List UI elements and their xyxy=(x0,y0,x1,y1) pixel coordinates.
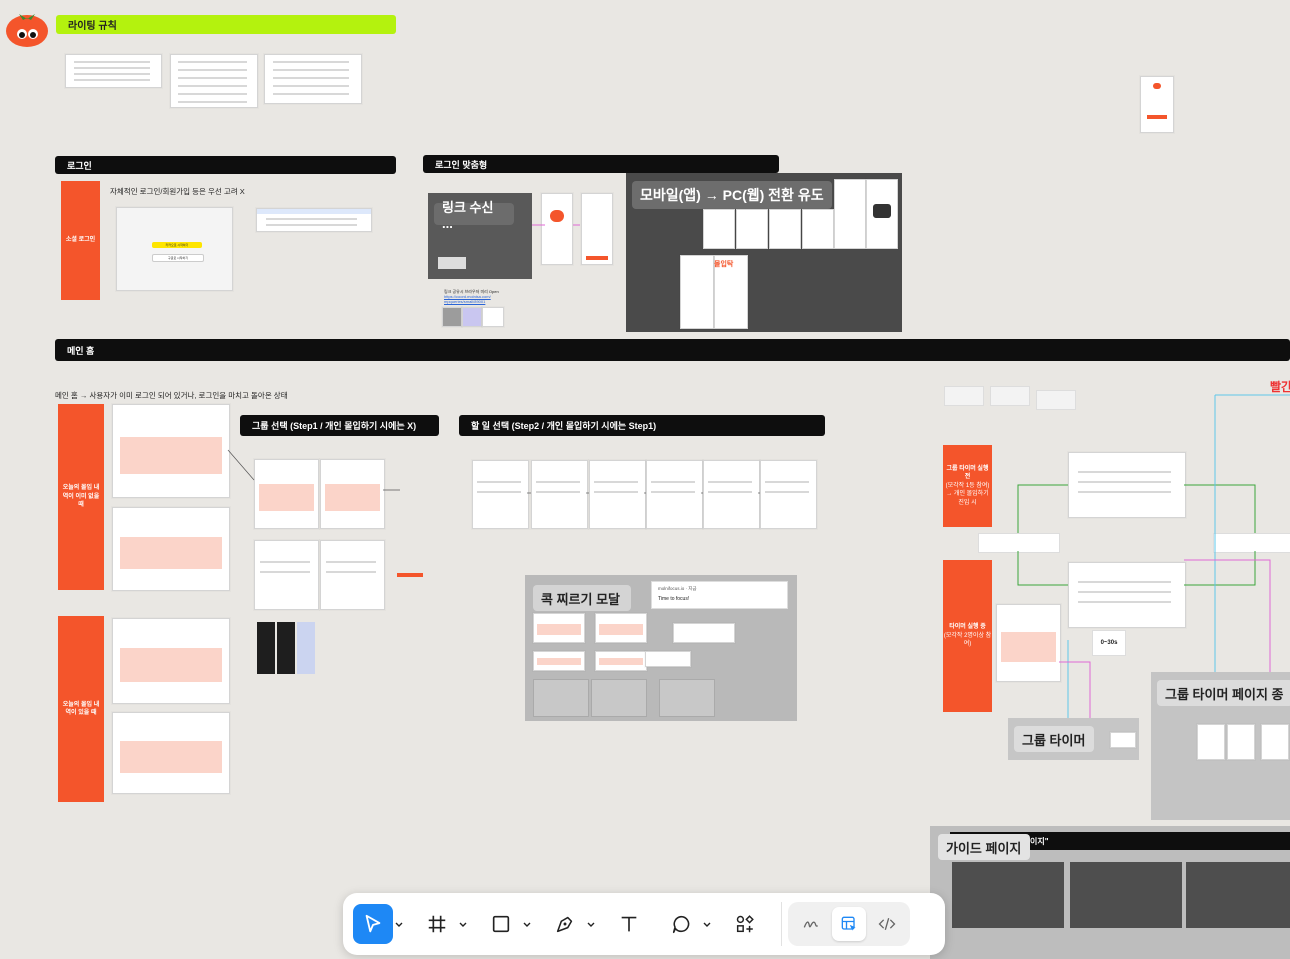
text-t-icon[interactable] xyxy=(609,904,649,944)
tool-frame[interactable] xyxy=(417,904,469,944)
speech-bubble-icon[interactable] xyxy=(661,904,701,944)
tool-comment[interactable] xyxy=(661,904,713,944)
flow-connectors xyxy=(227,224,1290,718)
chevron-down-icon[interactable] xyxy=(585,918,597,930)
tool-pen[interactable] xyxy=(545,904,597,944)
shapes-plus-icon[interactable] xyxy=(725,904,765,944)
code-brackets-icon[interactable] xyxy=(870,907,904,941)
rectangle-icon[interactable] xyxy=(481,904,521,944)
tool-shape[interactable] xyxy=(481,904,533,944)
mode-switcher xyxy=(788,902,910,946)
chevron-down-icon[interactable] xyxy=(701,918,713,930)
hash-frame-icon[interactable] xyxy=(417,904,457,944)
squiggle-draw-icon[interactable] xyxy=(794,907,828,941)
chevron-down-icon[interactable] xyxy=(521,918,533,930)
cursor-arrow-icon[interactable] xyxy=(353,904,393,944)
chevron-down-icon[interactable] xyxy=(393,918,405,930)
tool-actions[interactable] xyxy=(725,904,765,944)
toolbar-divider xyxy=(781,902,782,946)
tool-text[interactable] xyxy=(609,904,649,944)
pen-nib-icon[interactable] xyxy=(545,904,585,944)
chevron-down-icon[interactable] xyxy=(457,918,469,930)
design-mode-icon[interactable] xyxy=(832,907,866,941)
bottom-toolbar xyxy=(343,893,945,955)
tool-move[interactable] xyxy=(353,904,405,944)
